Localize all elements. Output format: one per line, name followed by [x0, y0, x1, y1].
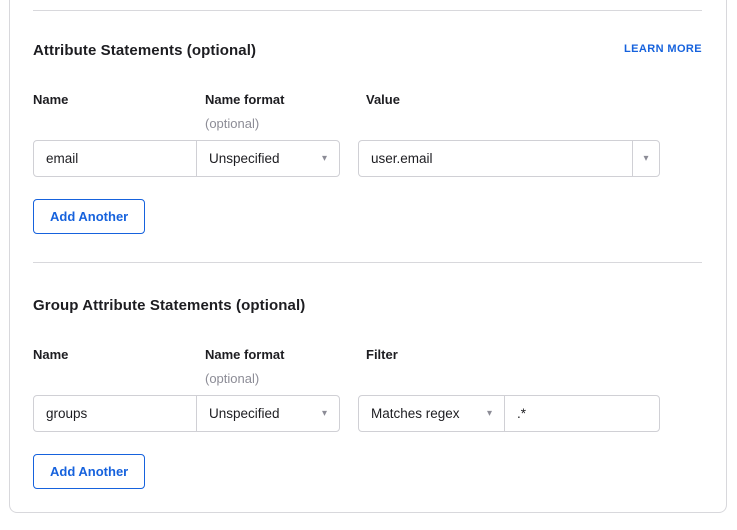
group-name-input[interactable] [33, 395, 197, 432]
section-divider-top [33, 10, 702, 11]
attr-name-input[interactable] [33, 140, 197, 177]
column-label-value: Value [366, 92, 400, 107]
section-divider-middle [33, 262, 702, 263]
learn-more-link[interactable]: LEARN MORE [624, 43, 702, 55]
attr-name-format-select[interactable]: Unspecified ▾ [196, 140, 340, 177]
group-filter-type-select[interactable]: Matches regex ▾ [358, 395, 505, 432]
chevron-down-icon: ▾ [643, 154, 648, 164]
group-name-format-select[interactable]: Unspecified ▾ [196, 395, 340, 432]
column-label-name: Name [33, 347, 68, 362]
chevron-down-icon: ▾ [322, 154, 327, 164]
column-label-name-format: Name format [205, 92, 284, 107]
group-filter-value-input[interactable] [504, 395, 660, 432]
add-another-button-attribute[interactable]: Add Another [33, 199, 145, 234]
optional-hint: (optional) [205, 371, 259, 386]
group-filter-type-selected-value: Matches regex [371, 406, 460, 421]
column-label-name: Name [33, 92, 68, 107]
section-title-group-attribute-statements: Group Attribute Statements (optional) [33, 297, 305, 314]
optional-hint: (optional) [205, 116, 259, 131]
column-label-filter: Filter [366, 347, 398, 362]
settings-card [9, 0, 727, 513]
column-label-name-format: Name format [205, 347, 284, 362]
attr-value-dropdown-button[interactable]: ▾ [632, 140, 660, 177]
add-another-button-group[interactable]: Add Another [33, 454, 145, 489]
group-name-format-selected-value: Unspecified [209, 406, 280, 421]
attr-value-input[interactable] [358, 140, 633, 177]
attr-name-format-selected-value: Unspecified [209, 151, 280, 166]
section-title-attribute-statements: Attribute Statements (optional) [33, 42, 256, 59]
saml-settings-screen: Attribute Statements (optional) LEARN MO… [0, 0, 737, 530]
chevron-down-icon: ▾ [322, 409, 327, 419]
chevron-down-icon: ▾ [487, 409, 492, 419]
